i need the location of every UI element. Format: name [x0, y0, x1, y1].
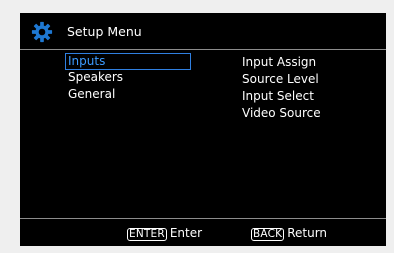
enter-key-badge: ENTER [127, 228, 167, 241]
submenu-item-input-assign[interactable]: Input Assign [242, 54, 316, 71]
back-hint: BACK Return [251, 226, 327, 241]
menu-item-speakers[interactable]: Speakers [65, 69, 191, 86]
back-hint-label: Return [287, 226, 328, 240]
header-divider [20, 49, 386, 50]
submenu-item-source-level[interactable]: Source Level [242, 71, 319, 88]
menu-item-general[interactable]: General [65, 86, 191, 103]
menu-title: Setup Menu [67, 24, 142, 39]
gear-icon [31, 21, 53, 43]
menu-header: Setup Menu [20, 13, 386, 49]
submenu-item-video-source[interactable]: Video Source [242, 105, 321, 122]
submenu-item-input-select[interactable]: Input Select [242, 88, 314, 105]
footer-divider [20, 218, 386, 219]
back-key-badge: BACK [251, 228, 285, 241]
setup-menu-screen: Setup Menu Inputs Speakers General Input… [20, 13, 386, 246]
enter-hint-label: Enter [169, 226, 203, 240]
enter-hint: ENTER Enter [127, 226, 202, 241]
menu-item-inputs[interactable]: Inputs [65, 53, 191, 70]
